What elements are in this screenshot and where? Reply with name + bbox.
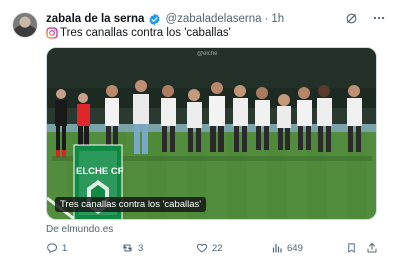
views-button[interactable]: 649 bbox=[271, 242, 303, 254]
tweet-text: Tres canallas contra los 'caballas' bbox=[60, 27, 231, 39]
media-image[interactable]: ELCHE CF @elche Tres canallas contra los… bbox=[46, 47, 377, 220]
reply-icon bbox=[47, 243, 57, 253]
link-source[interactable]: De elmundo.es bbox=[46, 224, 113, 235]
like-button[interactable]: 22 bbox=[196, 242, 223, 254]
grok-icon[interactable] bbox=[344, 11, 358, 25]
separator-dot: · bbox=[264, 13, 269, 25]
post-time[interactable]: 1h bbox=[271, 13, 284, 25]
verified-icon bbox=[148, 13, 161, 26]
media-caption: Tres canallas contra los 'caballas' bbox=[55, 197, 207, 212]
author-name[interactable]: zabala de la serna bbox=[46, 13, 144, 25]
bookmark-icon bbox=[348, 243, 355, 253]
retweet-icon bbox=[123, 244, 132, 252]
retweet-count: 3 bbox=[138, 242, 144, 254]
avatar[interactable] bbox=[12, 12, 38, 38]
tweet-top-actions bbox=[344, 11, 386, 25]
instagram-icon bbox=[46, 27, 58, 39]
bookmark-button[interactable] bbox=[346, 242, 361, 254]
watermark: @elche bbox=[197, 51, 218, 57]
action-bar: 1 3 22 649 bbox=[46, 242, 378, 256]
like-count: 22 bbox=[212, 242, 223, 254]
views-count: 649 bbox=[287, 242, 303, 254]
sign-text: ELCHE CF bbox=[76, 166, 124, 177]
reply-button[interactable]: 1 bbox=[46, 242, 67, 254]
tweet-text-line: Tres canallas contra los 'caballas' bbox=[46, 27, 231, 39]
share-button[interactable] bbox=[366, 242, 382, 254]
retweet-button[interactable]: 3 bbox=[121, 242, 143, 254]
tweet-header: zabala de la serna @zabaladelaserna · 1h bbox=[46, 11, 284, 27]
views-icon bbox=[272, 243, 282, 253]
team-photo: ELCHE CF @elche bbox=[47, 48, 376, 219]
reply-count: 1 bbox=[62, 242, 68, 254]
share-icon bbox=[367, 243, 377, 253]
like-icon bbox=[196, 243, 208, 253]
more-icon[interactable] bbox=[372, 11, 386, 25]
tweet-card[interactable]: zabala de la serna @zabaladelaserna · 1h… bbox=[0, 0, 400, 261]
author-handle[interactable]: @zabaladelaserna bbox=[165, 13, 261, 25]
